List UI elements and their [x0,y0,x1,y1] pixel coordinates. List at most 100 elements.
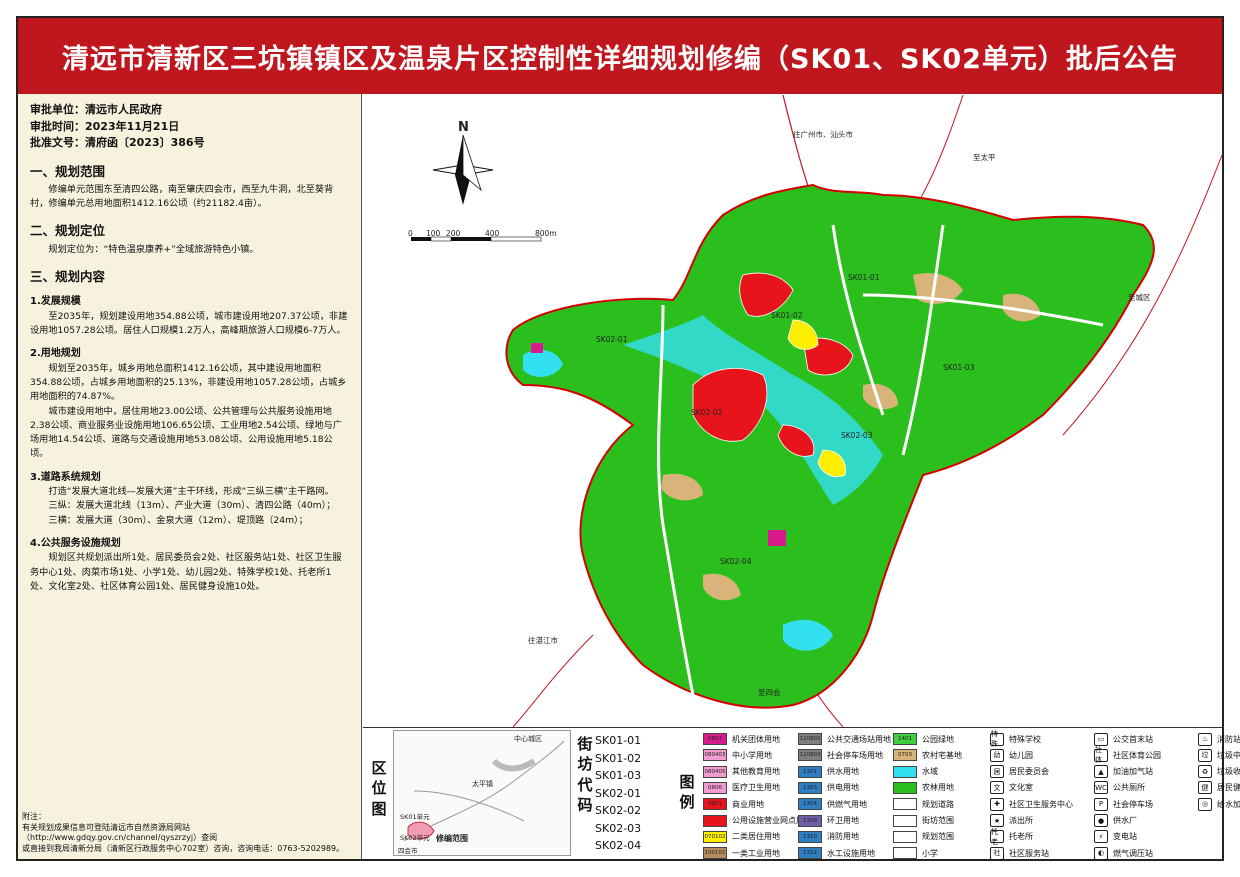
legend-swatch: 0806 [703,781,727,794]
unit-item: SK02-01 [595,786,642,800]
units-label: 街坊代码 [577,735,593,814]
facility-icon: 文 [990,781,1004,795]
position-heading: 二、规划定位 [30,223,106,239]
land-text-1: 规划至2035年，城乡用地总面积1412.16公顷，其中建设用地面积354.88… [30,362,347,403]
north-label: N [458,120,469,135]
approval-doc: 批准文号：清府函〔2023〕386号 [30,136,205,149]
text-panel: 审批单位：清远市人民政府 审批时间：2023年11月21日 批准文号：清府函〔2… [18,94,362,859]
legend-label-text: 商业用地 [732,799,764,809]
facility-legend-item: ♻ 垃圾收集站 [1198,764,1240,780]
legend-swatch: 0703 [893,749,917,762]
label-to-taiping: 至太平 [973,153,996,162]
legend-label: 图例 [679,773,695,812]
legend-label-text: 环卫用地 [827,816,859,825]
label-to-guangzhou: 往广州市、汕头市 [793,130,853,139]
facility-label-text: 社会停车场 [1113,799,1153,809]
unit-label-sk0103: SK01-03 [943,363,975,372]
label-to-zhanjiang: 往湛江市 [528,636,558,645]
bottom-strip: 区位图 中心城区 太平镇 SK01单元 SK02单元 修编范围 四会市 街坊代码… [363,727,1240,861]
facility-label-text: 派出所 [1009,816,1033,825]
legend-label-text: 供燃气用地 [827,799,867,809]
pub-text: 规划区共规划派出所1处、居民委员会2处、社区服务站1处、社区卫生服务中心1处、肉… [30,552,342,592]
facility-icon: 垃 [1198,748,1212,762]
facility-label-text: 居民委员会 [1009,767,1049,777]
facility-label-text: 社区服务站 [1009,848,1049,858]
scale-label-200: 200 [446,229,461,238]
scale-label-800m: 800m [535,229,557,238]
unit-item: SK01-02 [595,751,642,765]
legend-swatch: 1310 [798,830,822,843]
facility-legend-item: ▭ 公交首末站 [1094,731,1198,747]
facility-icon: ★ [990,814,1004,827]
facility-label-text: 社区体育公园 [1113,750,1161,760]
scale-label-0: 0 [408,229,413,238]
facility-icon: ✚ [990,797,1004,811]
legend-label-text: 水域 [922,767,938,777]
inset-center: 中心城区 [514,735,542,743]
legend-label-text: 供电用地 [827,783,859,793]
facility-label-text: 居民健身场所 [1217,783,1240,793]
facility-legend-item: 幼幼儿园 [990,747,1094,763]
facility-icon: ▭ [1094,732,1108,746]
road-text-1: 打造“发展大道北线—发展大道”主干环线，形成“三纵三横”主干路网。 [48,486,334,498]
unit-item: SK02-02 [595,804,642,817]
unit-label-sk0101: SK01-01 [848,273,880,282]
legend-label-text: 农村宅基地 [922,750,962,760]
unit-label-sk0201: SK02-01 [596,335,628,344]
facility-icon: 居 [990,765,1004,779]
facility-legend-item: 特殊 特殊学校 [990,730,1094,748]
facility-icon: P [1094,797,1108,811]
facility-icon: ♨ [1198,732,1212,746]
legend-label-text: 规划道路 [922,799,954,809]
land-text-2: 城市建设用地中，居住用地23.00公顷、公共管理与公共服务设施用地2.38公顷、… [30,405,342,460]
facility-legend-item: 垃垃圾中转站 [1198,747,1240,763]
legend-swatch [703,814,727,827]
label-to-sihui: 至四会 [758,688,781,697]
notice-frame: 清远市清新区三坑镇镇区及温泉片区控制性详细规划修编（SK01、SK02单元）批后… [16,16,1240,861]
legend-label-text: 二类居住用地 [732,832,780,842]
facility-label-text: 垃圾中转站 [1217,750,1240,760]
legend-label-text: 街坊范围 [922,816,954,825]
legend-label-text: 规划范围 [922,832,954,842]
facility-legend-item: ♨ 消防站 [1198,731,1240,747]
institution-land [531,343,543,353]
highway-line [512,634,594,727]
facility-legend-item: 健居民健身场所 [1198,780,1240,796]
scope-text: 修编单元范围东至清四公路，南至肇庆四会市，西至九牛洞，北至葵背村，修编单元总用地… [30,183,334,210]
legend-swatch: 080405 [703,765,727,778]
facility-icon: ▲ [1094,765,1108,779]
facility-label-text: 特殊学校 [1009,734,1041,744]
legend-swatch [893,814,917,827]
north-arrow-icon [432,134,494,205]
legend-swatch: 080403 [703,749,727,762]
facility-label-text: 燃气调压站 [1113,848,1153,858]
legend-swatch [893,765,917,778]
unit-label-sk0204: SK02-04 [720,557,752,566]
dev-text: 至2035年，规划建设用地354.88公顷，城市建设用地207.37公顷，非建设… [30,310,348,337]
facility-label-text: 加油加气站 [1113,767,1153,777]
legend-swatch: 1301 [798,765,822,778]
facility-icon: 幼 [990,748,1004,762]
inset-unit-2: SK02单元 [400,834,430,842]
facility-legend-item: 社社区服务站 [990,845,1094,861]
unit-item: SK02-03 [595,821,642,835]
facility-label-text: 托老所 [1009,832,1033,842]
approval-info: 审批单位：清远市人民政府 审批时间：2023年11月21日 批准文号：清府函〔2… [30,102,349,152]
inset-taiping: 太平镇 [472,780,493,788]
legend-swatch [893,798,917,811]
facility-label-text: 社区卫生服务中心 [1009,799,1073,809]
facility-label-text: 幼儿园 [1009,750,1033,760]
pub-heading: 4.公共服务设施规划 [30,537,121,549]
scale-label-100: 100 [426,229,441,238]
unit-item: SK01-01 [595,734,642,747]
legend-swatch: 1304 [798,798,822,811]
scope-heading: 一、规划范围 [30,163,106,179]
institution-land [768,530,786,546]
facility-icon: 社体 [1094,746,1108,764]
facility-icon: 社 [990,846,1004,860]
unit-item: SK02-04 [595,839,642,852]
facility-legend-item: 文文化室 [990,780,1094,796]
label-to-chengqu: 至城区 [1128,293,1151,302]
legend-swatch: 1303 [798,781,822,794]
facility-label-text: 垃圾收集站 [1217,767,1240,777]
